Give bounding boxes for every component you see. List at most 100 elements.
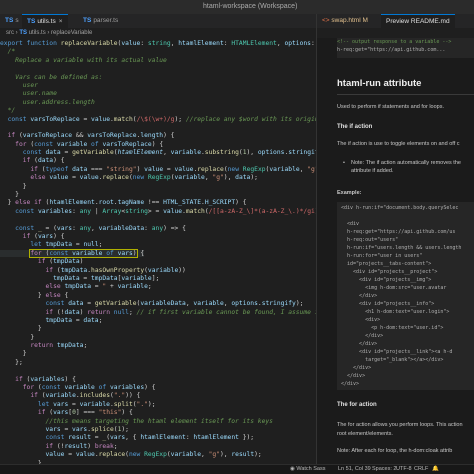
example-code-line: <div id="projects__project"> <box>341 269 438 275</box>
code-line[interactable] <box>0 216 316 224</box>
code-line[interactable]: if (tmpData) <box>0 258 316 266</box>
close-icon[interactable]: × <box>59 18 63 25</box>
tab-preview-readme[interactable]: Preview README.md <box>381 14 455 28</box>
code-line[interactable]: } <box>0 334 316 342</box>
example-code-line: h-req:out="users" <box>341 237 399 243</box>
title-bar: htaml-workspace (Workspace) <box>0 0 474 14</box>
example-code-line: h-run:if="users.length && users.length <box>341 245 462 251</box>
breadcrumb-symbol[interactable]: replaceVariable <box>51 30 92 36</box>
code-line[interactable]: if (!result) break; <box>0 443 316 451</box>
note-line-1: Note: The if action automatically remove… <box>351 160 461 166</box>
code-line[interactable]: if (tmpData.hasOwnProperty(variable)) <box>0 267 316 275</box>
code-line[interactable]: if (!data) return null; // if first vari… <box>0 309 317 317</box>
example-code-line: <div id="projects__link"><a h-d <box>341 349 453 355</box>
indentation[interactable]: Spaces: 2 <box>372 466 396 472</box>
example-code-line: </div> <box>341 333 384 339</box>
code-line[interactable]: else tmpData = " + variable; <box>0 283 316 291</box>
note-line-2: attribute if added. <box>351 168 394 174</box>
code-line[interactable]: /* <box>0 48 316 56</box>
code-line[interactable] <box>0 65 316 73</box>
code-line[interactable]: if (variables) { <box>0 376 316 384</box>
section-heading: htaml-run attribute <box>337 78 422 89</box>
code-line[interactable]: } <box>0 191 316 199</box>
code-line[interactable]: */ <box>0 107 316 115</box>
code-line[interactable]: if (varsToReplace && varsToReplace.lengt… <box>0 132 316 140</box>
code-line[interactable]: export function replaceVariable(value: s… <box>0 40 316 48</box>
bell-icon[interactable]: 🔔 <box>432 466 439 472</box>
code-line[interactable]: } else { <box>0 292 316 300</box>
code-line[interactable]: if (typeof data === "string") value = va… <box>0 166 316 174</box>
right-tab-bar: <> swap.html M Preview README.md <box>317 14 474 28</box>
code-line[interactable]: tmpData = tmpData[variable]; <box>0 275 316 283</box>
code-line[interactable]: const variables: any | Array<string> = v… <box>0 208 316 216</box>
modified-badge: M <box>362 17 368 24</box>
example-code-line <box>341 212 474 220</box>
example-code-line: h-req:get="https://api.github.com/us <box>341 229 456 235</box>
tab-swap-html[interactable]: <> swap.html M <box>317 14 373 28</box>
if-heading: The if action <box>337 124 373 130</box>
code-line[interactable]: for (const variable of varsToReplace) { <box>0 141 316 149</box>
markdown-preview[interactable]: <!-- output response to a variable --> h… <box>317 38 474 464</box>
code-line[interactable]: }; <box>0 359 316 367</box>
code-line[interactable]: for (const variable of vars) { <box>0 248 316 258</box>
example-code-line: </div> <box>341 293 378 299</box>
code-line[interactable]: const varsToReplace = value.match(/\$(\w… <box>0 116 316 124</box>
code-line[interactable]: vars = vars.splice(1); <box>0 426 316 434</box>
tab-parser-ts[interactable]: TS parser.ts <box>78 14 123 28</box>
code-line[interactable]: const data = getVariable(variableData, v… <box>0 300 316 308</box>
left-editor-group: TS s TS utils.ts × TS parser.ts src › TS uti… <box>0 14 316 464</box>
example-code-line: <div h-run:if="document.body.querySelec <box>341 205 459 211</box>
example-code-line: id="projects__tabs-content"> <box>341 261 432 267</box>
example-code-line: <div <box>341 221 360 227</box>
code-line[interactable]: user.name <box>0 90 316 98</box>
code-line[interactable]: const _ = (vars: any, variableData: any)… <box>0 225 316 233</box>
code-line[interactable]: } <box>0 183 316 191</box>
code-line[interactable]: user <box>0 82 316 90</box>
intro-text: Used to perform if statements and for lo… <box>337 104 444 110</box>
code-line[interactable]: let vars = variable.split("."); <box>0 401 316 409</box>
code-line[interactable]: Replace a variable with its actual value <box>0 57 316 65</box>
for-heading: The for action <box>337 402 377 408</box>
code-line[interactable]: if (vars) { <box>0 233 316 241</box>
cursor-position[interactable]: Ln 51, Col 39 <box>338 466 371 472</box>
example-code-block: <div h-run:if="document.body.querySelec … <box>337 202 474 390</box>
code-line[interactable]: //this means targeting the htaml element… <box>0 418 316 426</box>
code-line[interactable]: Vars can be defined as: <box>0 74 316 82</box>
code-line[interactable]: for (const variable of variables) { <box>0 384 316 392</box>
example-code-line: <div id="projects__img"> <box>341 277 432 283</box>
breadcrumb-src[interactable]: src <box>6 30 14 36</box>
code-line[interactable]: } <box>0 350 316 358</box>
code-line[interactable]: const result = _(vars, { htamlElement: h… <box>0 434 316 442</box>
code-line[interactable]: if (data) { <box>0 157 316 165</box>
top-code-block: <!-- output response to a variable --> h… <box>337 38 474 58</box>
code-line[interactable]: const data = getVariable(htamlElement, v… <box>0 149 316 157</box>
code-editor[interactable]: export function replaceVariable(value: s… <box>0 40 316 464</box>
code-line[interactable]: user.address.length <box>0 99 316 107</box>
breadcrumb-file[interactable]: utils.ts <box>29 30 46 36</box>
example-code-line: <div id="projects__info"> <box>341 301 435 307</box>
code-line[interactable] <box>0 367 316 375</box>
code-line[interactable]: return tmpData; <box>0 342 316 350</box>
watch-sass-button[interactable]: ◉ Watch Sass <box>290 466 325 472</box>
line-endings[interactable]: CRLF <box>414 466 428 472</box>
code-line[interactable]: if (variable.includes(".")) { <box>0 392 316 400</box>
html-icon: <> <box>322 17 330 24</box>
example-code-line: h-run:for="user in users" <box>341 253 423 259</box>
code-line[interactable]: if (vars[0] === "this") { <box>0 409 316 417</box>
right-editor-group: <> swap.html M Preview README.md <!-- ou… <box>316 14 474 464</box>
code-line[interactable]: } else if (htamlElement.root.tagName !==… <box>0 199 316 207</box>
tab-utils-ts[interactable]: TS utils.ts × <box>22 14 68 28</box>
note-bullet: • <box>343 160 345 166</box>
encoding[interactable]: UTF-8 <box>396 466 412 472</box>
code-line[interactable]: value = value.replace(new RegExp(variabl… <box>0 451 316 459</box>
code-line[interactable]: else value = value.replace(new RegExp(va… <box>0 174 316 182</box>
code-line[interactable]: } <box>0 325 316 333</box>
ts-icon: TS <box>19 30 28 36</box>
code-line[interactable]: tmpData = data; <box>0 317 316 325</box>
code-line[interactable]: let tmpData = null; <box>0 241 316 249</box>
tab-s[interactable]: TS s <box>0 14 24 28</box>
example-code-line: <p h-dom:text="user.id"> <box>341 325 444 331</box>
left-tab-bar: TS s TS utils.ts × TS parser.ts <box>0 14 316 28</box>
code-line[interactable] <box>0 124 316 132</box>
example-code-line: <h1 h-dom:text="user.login"> <box>341 309 450 315</box>
